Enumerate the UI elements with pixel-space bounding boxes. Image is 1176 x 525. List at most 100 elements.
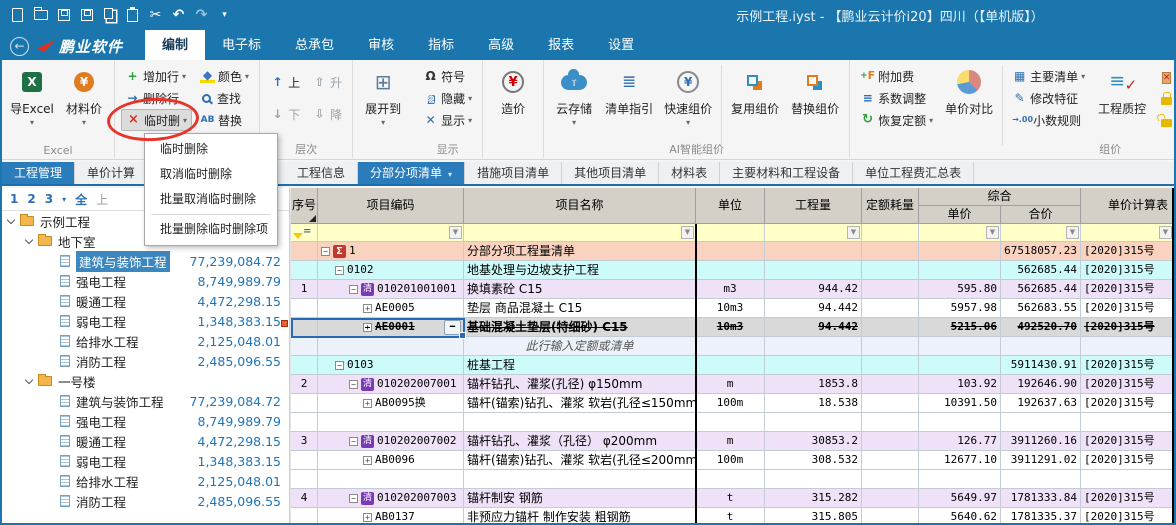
cell-code[interactable]	[318, 413, 464, 432]
delete-row-button[interactable]: →删除行	[121, 87, 192, 109]
cell-price[interactable]: 5215.06	[919, 318, 1001, 337]
cell-calc[interactable]: [2020]315号	[1081, 356, 1174, 375]
cell-unit[interactable]	[696, 242, 765, 261]
cell-code[interactable]	[318, 337, 464, 356]
table-row[interactable]: −0103 桩基工程 5911430.91 [2020]315号	[291, 356, 1174, 375]
cell-calc[interactable]: [2020]315号	[1081, 261, 1174, 280]
filter-dropdown-icon[interactable]: ▼	[449, 226, 462, 239]
cell-price[interactable]: 5649.97	[919, 489, 1001, 508]
tree-node-unit[interactable]: 给排水工程2,125,048.01	[2, 471, 289, 491]
cost-button[interactable]: ¥ 造价	[487, 63, 539, 117]
cell-norm[interactable]	[862, 242, 919, 261]
header-name[interactable]: 项目名称	[464, 188, 696, 224]
cell-name[interactable]: 垫层 商品混凝土 C15	[464, 299, 696, 318]
cell-qty[interactable]: 1853.8	[765, 375, 862, 394]
cell-name[interactable]	[464, 413, 696, 432]
menu-tab-bianzhi[interactable]: 编制	[145, 30, 205, 62]
customize-toolbar-icon[interactable]: ▾	[213, 2, 236, 28]
cell-norm[interactable]	[862, 337, 919, 356]
quality-control-button[interactable]: ≡ 工程质控	[1091, 63, 1153, 117]
open-file-icon[interactable]	[29, 2, 52, 28]
tree-node-unit[interactable]: 暖通工程4,472,298.15	[2, 291, 289, 311]
cell-norm[interactable]	[862, 489, 919, 508]
menu-tab-shenhe[interactable]: 审核	[351, 30, 411, 62]
cell-unit[interactable]: 10m3	[696, 318, 765, 337]
cell-sn[interactable]	[291, 242, 318, 261]
restore-quota-button[interactable]: ↻恢复定额▾	[856, 109, 937, 131]
tab-cailiaobiao[interactable]: 材料表	[659, 162, 720, 184]
filter-price[interactable]: ▼	[919, 224, 1001, 242]
clear-button[interactable]: ✕清除▾	[1155, 65, 1176, 87]
cell-qty[interactable]: 94.442	[765, 318, 862, 337]
cell-calc[interactable]: [2020]315号	[1081, 242, 1174, 261]
tab-cuoshi[interactable]: 措施项目清单	[465, 162, 562, 184]
menu-item-temp-delete[interactable]: 临时删除	[145, 137, 277, 162]
expand-icon[interactable]: +	[363, 456, 372, 465]
move-down-button[interactable]: ↓下	[266, 103, 304, 125]
add-row-button[interactable]: +增加行▾	[121, 65, 192, 87]
tree-node-unit[interactable]: 给排水工程2,125,048.01	[2, 331, 289, 351]
cell-unit[interactable]	[696, 470, 765, 489]
cell-calc[interactable]: [2020]315号	[1081, 318, 1174, 337]
collapse-icon[interactable]: −	[335, 266, 344, 275]
filter-dropdown-icon[interactable]: ▼	[1159, 226, 1172, 239]
tree-node-unit[interactable]: 弱电工程1,348,383.15	[2, 451, 289, 471]
cell-qty[interactable]	[765, 337, 862, 356]
cell-sn[interactable]	[291, 337, 318, 356]
cell-code[interactable]: +AB0096	[318, 451, 464, 470]
cell-total[interactable]: 492520.70	[1001, 318, 1081, 337]
cell-name[interactable]: 锚杆钻孔、灌浆(孔径) φ150mm	[464, 375, 696, 394]
unlock-button[interactable]: 解锁	[1155, 109, 1176, 131]
cell-price[interactable]	[919, 470, 1001, 489]
cell-unit[interactable]: 100m	[696, 451, 765, 470]
cell-price[interactable]	[919, 337, 1001, 356]
cell-norm[interactable]	[862, 470, 919, 489]
cell-calc[interactable]: [2020]315号	[1081, 451, 1174, 470]
back-icon[interactable]: ←	[10, 37, 29, 56]
cell-price[interactable]	[919, 242, 1001, 261]
cell-name[interactable]: 锚杆钻孔、灌浆（孔径） φ200mm	[464, 432, 696, 451]
cell-qty[interactable]: 944.42	[765, 280, 862, 299]
expand-to-button[interactable]: ⊞ 展开到▾	[357, 63, 409, 127]
header-code[interactable]: 项目编码	[318, 188, 464, 224]
show-button[interactable]: ✕显示▾	[419, 109, 476, 131]
table-row[interactable]: +AE0005 垫层 商品混凝土 C15 10m3 94.442 5957.98…	[291, 299, 1174, 318]
cell-unit[interactable]: t	[696, 489, 765, 508]
table-row[interactable]: −Σ1 分部分项工程量清单 67518057.23 [2020]315号	[291, 242, 1174, 261]
filter-dropdown-icon[interactable]: ▼	[681, 226, 694, 239]
save-icon[interactable]	[52, 2, 75, 28]
cell-qty[interactable]	[765, 261, 862, 280]
header-total[interactable]: 合价	[1001, 206, 1080, 223]
table-row-temp-deleted[interactable]: +AE0001⋯ 基础混凝土垫层(特细砂) C15 10m3 94.442 52…	[291, 318, 1174, 337]
cell-name[interactable]: 基础混凝土垫层(特细砂) C15	[464, 318, 696, 337]
cell-sn[interactable]: 2	[291, 375, 318, 394]
header-unit[interactable]: 单位	[696, 188, 765, 224]
cell-total[interactable]: 192646.90	[1001, 375, 1081, 394]
cell-price[interactable]: 5957.98	[919, 299, 1001, 318]
menu-item-cancel-temp-delete[interactable]: 取消临时删除	[145, 162, 277, 187]
table-row[interactable]: 4 −清010202007003 锚杆制安 钢筋 t 315.282 5649.…	[291, 489, 1174, 508]
cell-calc[interactable]: [2020]315号	[1081, 394, 1174, 413]
tab-qita[interactable]: 其他项目清单	[562, 162, 659, 184]
collapse-icon[interactable]: −	[349, 437, 358, 446]
cell-total[interactable]: 562685.44	[1001, 280, 1081, 299]
cell-unit[interactable]: m	[696, 375, 765, 394]
cell-sn[interactable]	[291, 394, 318, 413]
table-row[interactable]: −0102 地基处理与边坡支护工程 562685.44 [2020]315号	[291, 261, 1174, 280]
menu-item-batch-delete-temp-items[interactable]: 批量删除临时删除项	[145, 217, 277, 242]
redo-icon[interactable]: ↷	[190, 2, 213, 28]
cell-unit[interactable]: 10m3	[696, 299, 765, 318]
tree-node-unit[interactable]: 暖通工程4,472,298.15	[2, 431, 289, 451]
menu-tab-zhibiao[interactable]: 指标	[411, 30, 471, 62]
cloud-storage-button[interactable]: ↑ 云存储▾	[548, 63, 600, 127]
menu-item-batch-cancel-temp-delete[interactable]: 批量取消临时删除	[145, 187, 277, 212]
table-row[interactable]: +AB0096 锚杆(锚索)钻孔、灌浆 软岩(孔径≤200mm) 100m 30…	[291, 451, 1174, 470]
cell-code[interactable]	[318, 470, 464, 489]
paste-icon[interactable]	[121, 2, 144, 28]
replace-price-button[interactable]: 替换组价	[785, 63, 845, 117]
expand-icon[interactable]: +	[363, 304, 372, 313]
filter-calc[interactable]: ▼	[1081, 224, 1174, 242]
table-row[interactable]: 2 −清010202007001 锚杆钻孔、灌浆(孔径) φ150mm m 18…	[291, 375, 1174, 394]
cell-code[interactable]: −Σ1	[318, 242, 464, 261]
cell-code[interactable]: +AE0001⋯	[318, 318, 464, 337]
